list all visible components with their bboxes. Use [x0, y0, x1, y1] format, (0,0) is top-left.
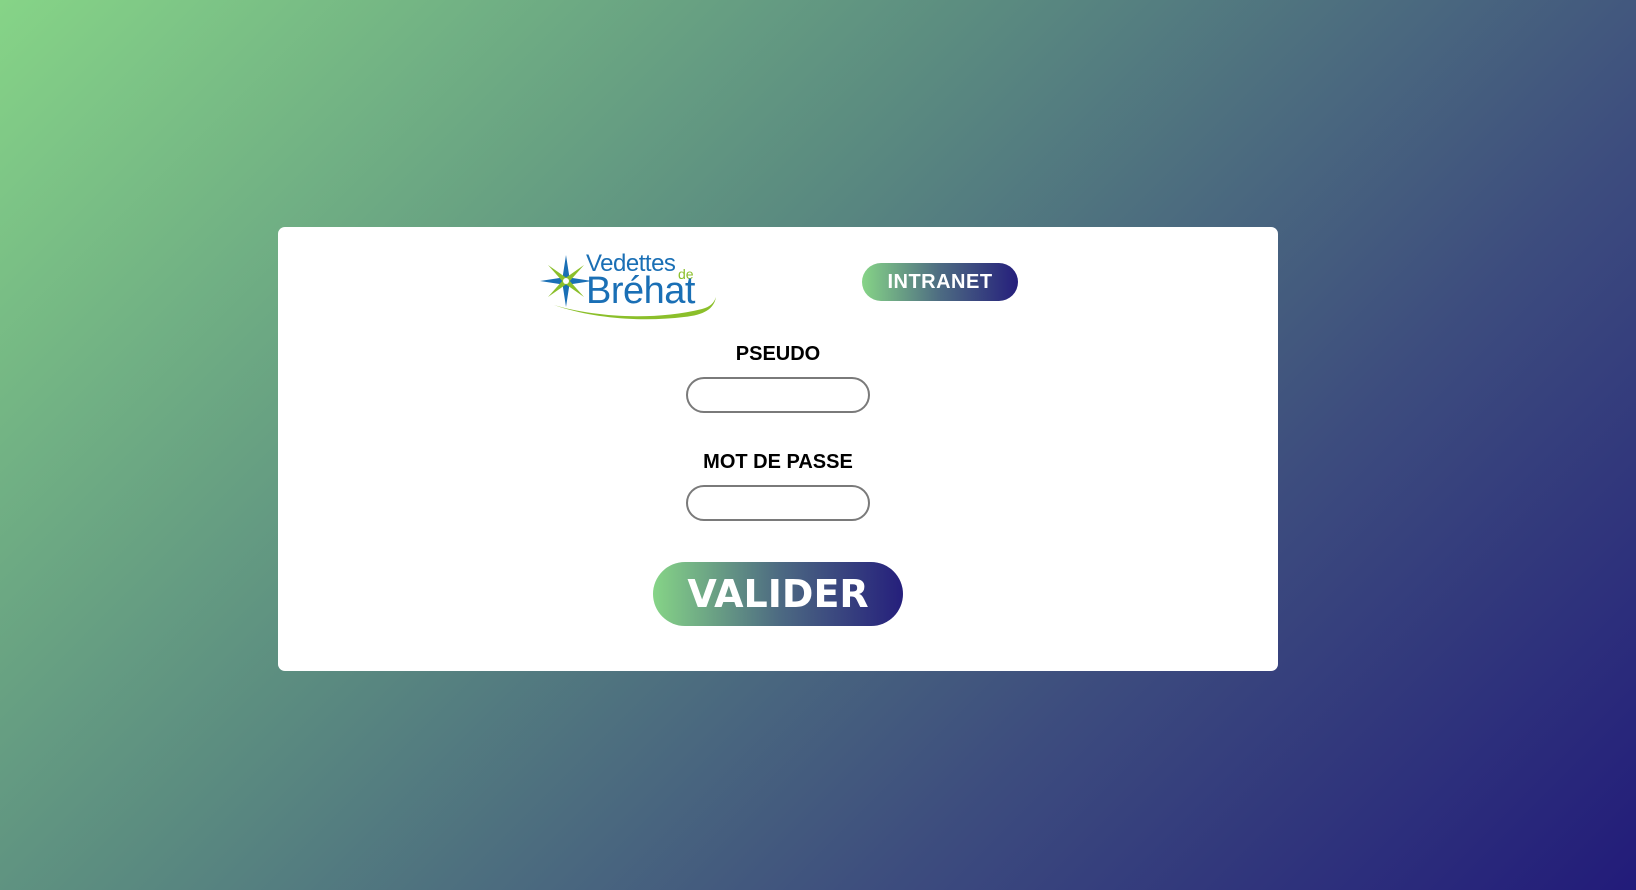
password-input[interactable] — [686, 485, 870, 521]
pseudo-input[interactable] — [686, 377, 870, 413]
vedettes-de-brehat-logo: Vedettes de Bréhat — [540, 250, 716, 320]
compass-rose-icon — [540, 255, 592, 307]
pseudo-label: PSEUDO — [735, 343, 821, 365]
password-label: MOT DE PASSE — [703, 451, 853, 473]
login-card: Vedettes de Bréhat INTRANET PSEUDO MOT D… — [278, 227, 1278, 671]
submit-button[interactable]: VALIDER — [653, 562, 903, 626]
logo-text-brehat: Bréhat — [586, 270, 696, 312]
intranet-badge: INTRANET — [862, 263, 1018, 301]
